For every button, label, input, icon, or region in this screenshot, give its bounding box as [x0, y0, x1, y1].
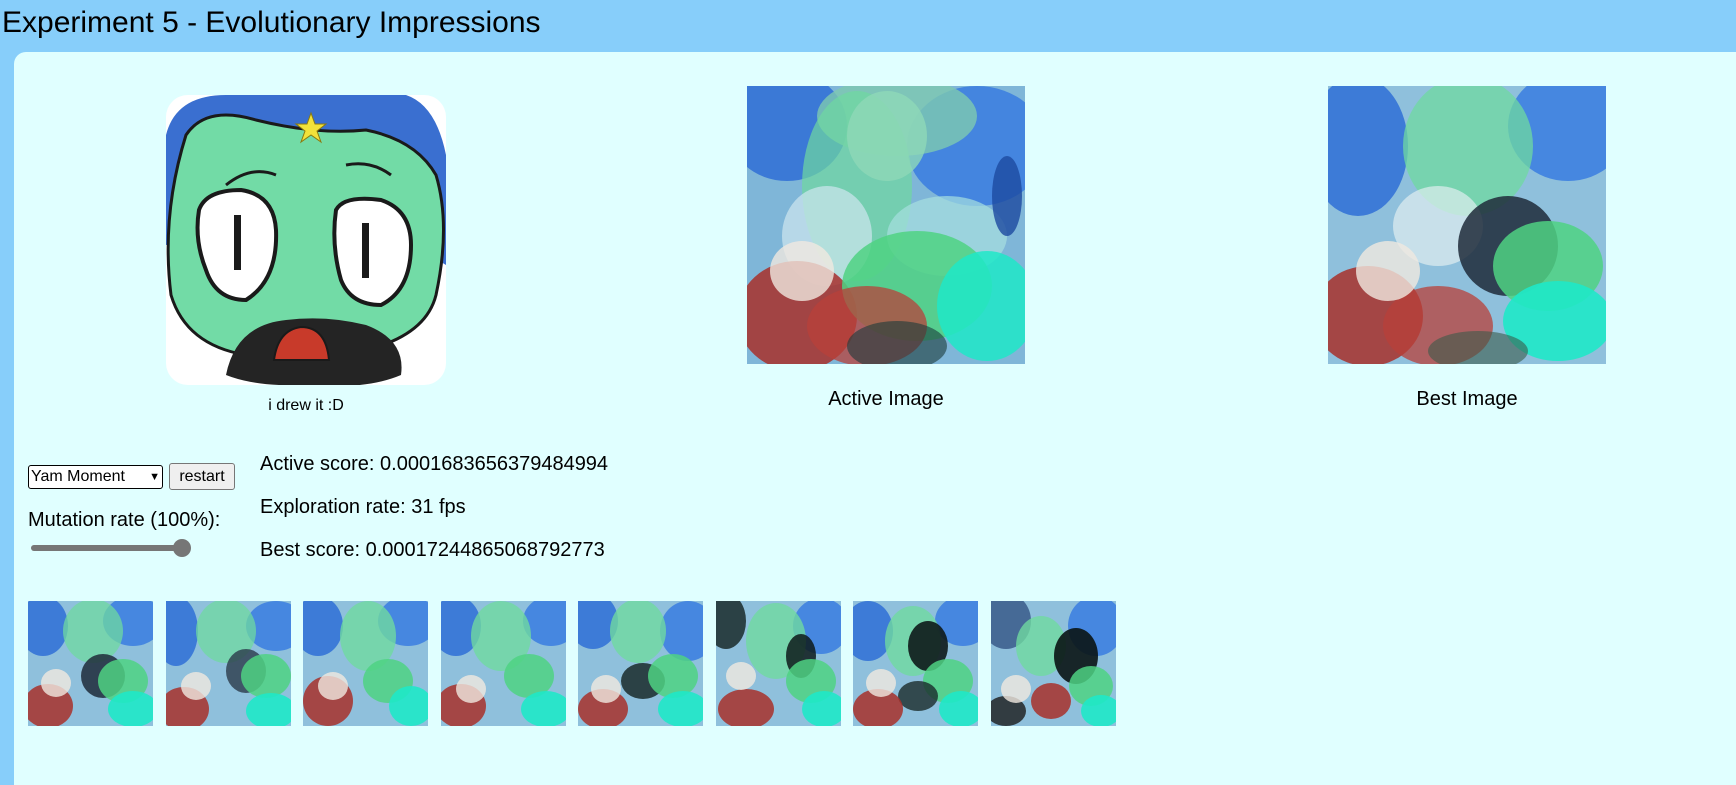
- candidate-thumbnail: [303, 601, 428, 726]
- best-score: Best score: 0.00017244865068792773: [260, 539, 605, 561]
- slider-fill: [31, 545, 182, 551]
- candidate-thumbnail: [166, 601, 291, 726]
- candidate-thumbnail: [578, 601, 703, 726]
- active-score: Active score: 0.0001683656379484994: [260, 453, 609, 475]
- main-panel: i drew it :D Active Image Best Image Yam…: [14, 52, 1736, 785]
- best-caption: Best Image: [1416, 388, 1518, 410]
- candidate-thumbnail: [441, 601, 566, 726]
- restart-button[interactable]: restart: [169, 463, 235, 490]
- best-image: [1328, 86, 1606, 364]
- image-select[interactable]: Yam Moment ▼: [28, 465, 163, 489]
- target-caption: i drew it :D: [268, 397, 344, 414]
- exploration-rate: Exploration rate: 31 fps: [260, 496, 466, 518]
- mutation-rate-slider[interactable]: [31, 535, 191, 559]
- candidate-thumbnail: [716, 601, 841, 726]
- candidate-thumbnail: [853, 601, 978, 726]
- candidate-thumbnail: [28, 601, 153, 726]
- active-caption: Active Image: [828, 388, 944, 410]
- image-select-value: Yam Moment: [31, 468, 125, 485]
- target-image: [166, 95, 446, 385]
- candidate-thumbnail: [991, 601, 1116, 726]
- chevron-down-icon: ▼: [149, 471, 160, 483]
- mutation-rate-label: Mutation rate (100%):: [28, 509, 221, 531]
- active-image: [747, 86, 1025, 364]
- slider-thumb[interactable]: [173, 539, 191, 557]
- page-title: Experiment 5 - Evolutionary Impressions: [2, 6, 541, 39]
